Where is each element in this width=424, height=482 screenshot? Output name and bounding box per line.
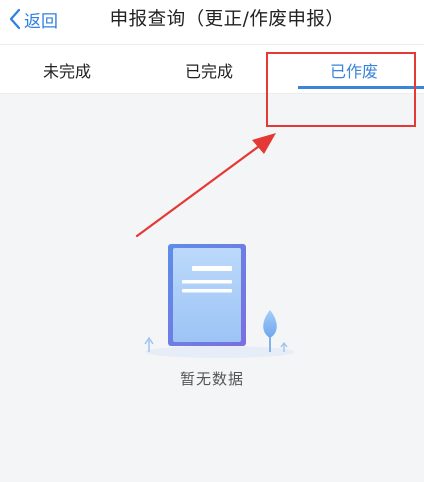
tab-label: 未完成 (42, 62, 91, 81)
tab-label: 已完成 (184, 62, 233, 81)
tab-voided[interactable]: 已作废 (284, 45, 424, 93)
tab-finished[interactable]: 已完成 (134, 45, 284, 93)
tab-unfinished[interactable]: 未完成 (0, 45, 134, 93)
navbar: 返回 申报查询（更正/作废申报） (0, 0, 424, 44)
page-title: 申报查询（更正/作废申报） (109, 9, 345, 30)
empty-state-text: 暂无数据 (179, 370, 244, 388)
tabs-divider (0, 93, 424, 94)
tab-bar: 未完成 已完成 已作废 (0, 45, 424, 93)
screen: 返回 申报查询（更正/作废申报） 未完成 已完成 已作废 暂无数据 (0, 0, 424, 482)
active-tab-indicator (298, 86, 424, 89)
tab-label: 已作废 (329, 62, 378, 81)
empty-document-icon (144, 244, 295, 358)
